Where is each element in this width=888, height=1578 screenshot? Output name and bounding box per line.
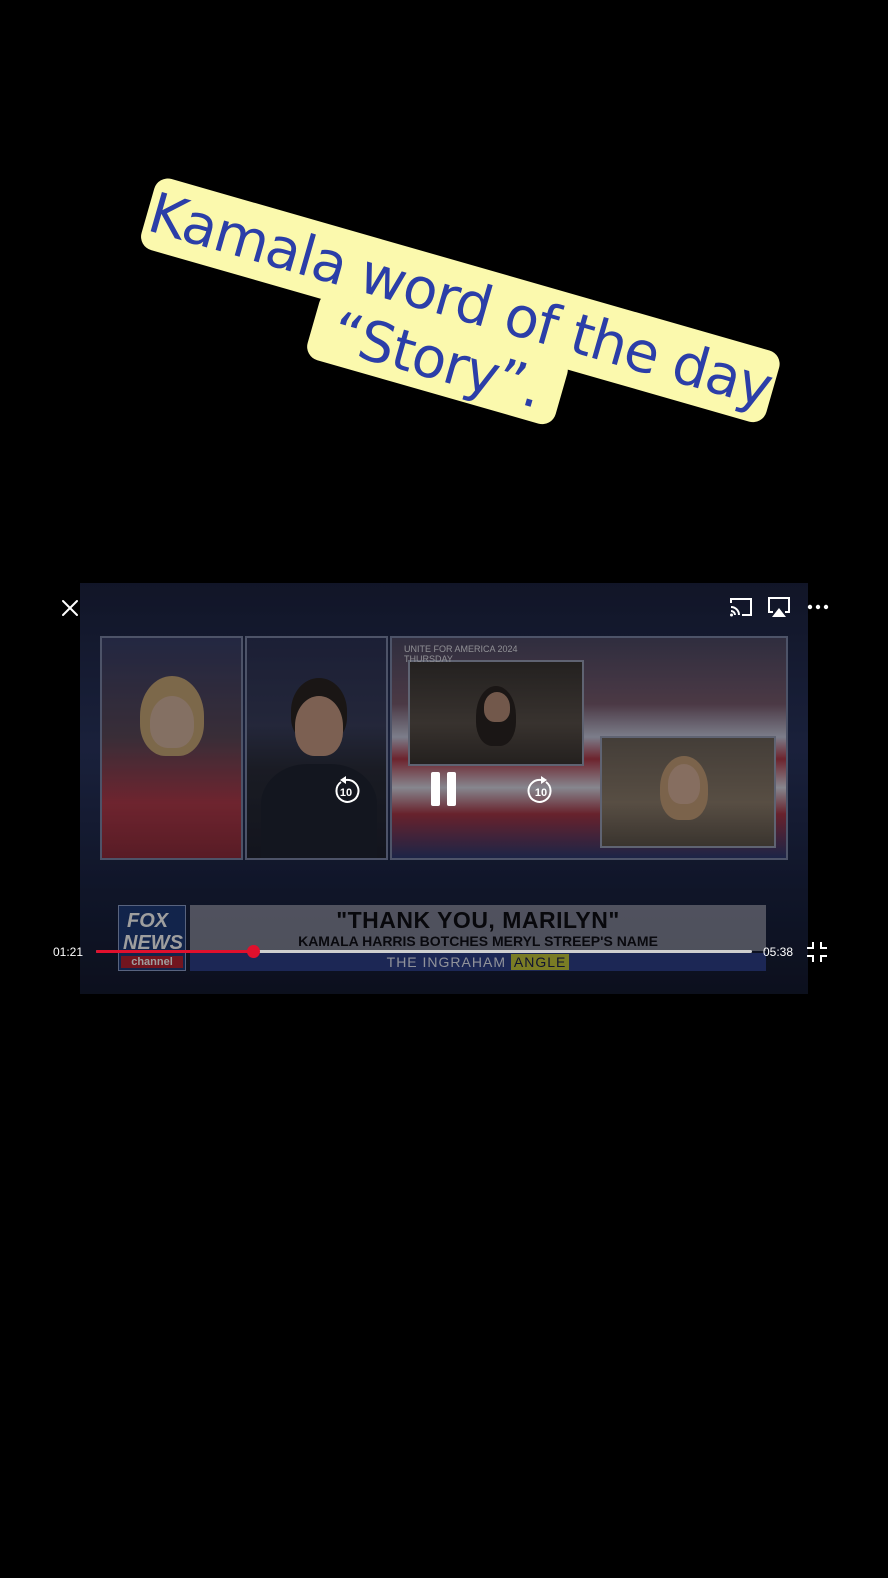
caption-sticker: Kamala word of the day “Story”.	[141, 178, 780, 425]
forward-10-button[interactable]: 10	[527, 775, 555, 805]
seek-bar[interactable]	[96, 945, 752, 958]
exit-fullscreen-button[interactable]	[806, 941, 828, 963]
rewind-10-button[interactable]: 10	[332, 775, 360, 805]
more-button[interactable]	[806, 598, 830, 616]
close-icon	[62, 600, 78, 616]
rewind-10-icon: 10	[335, 776, 360, 803]
forward-10-icon: 10	[527, 776, 552, 803]
pause-button[interactable]	[430, 771, 458, 807]
svg-text:10: 10	[535, 787, 547, 799]
airplay-button[interactable]	[766, 595, 792, 619]
duration: 05:38	[763, 945, 794, 959]
close-button[interactable]	[58, 596, 82, 620]
seek-bar-progress	[96, 950, 254, 953]
current-time: 01:21	[53, 945, 84, 959]
exit-fullscreen-icon	[807, 942, 827, 962]
svg-text:10: 10	[340, 787, 352, 799]
airplay-icon	[768, 597, 790, 617]
more-icon	[807, 604, 829, 610]
pause-icon	[431, 772, 456, 806]
cast-icon	[730, 598, 752, 617]
cast-button[interactable]	[728, 595, 754, 619]
